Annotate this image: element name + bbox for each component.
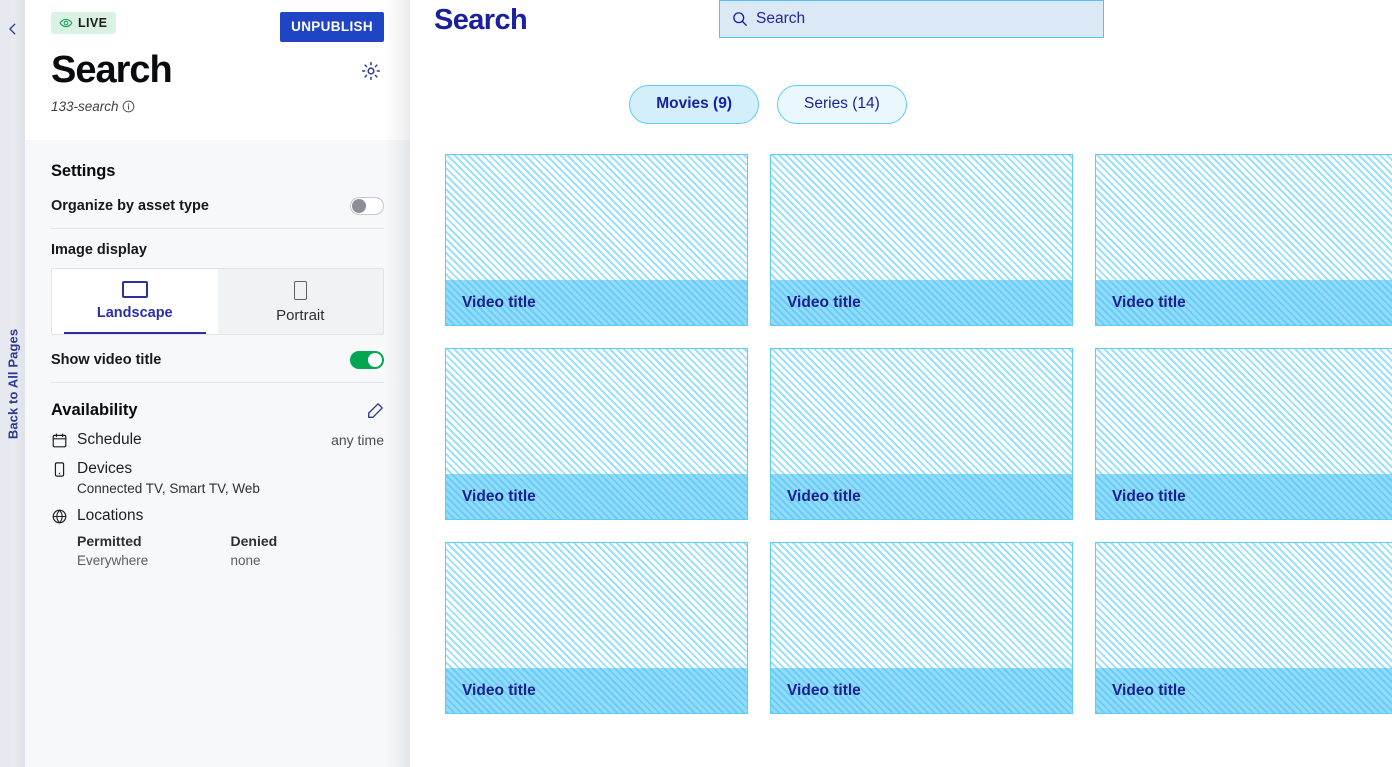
locations-denied-header: Denied [230,533,278,549]
availability-section-title: Availability [51,401,138,419]
search-icon [732,11,748,27]
portrait-rectangle-icon [293,281,307,300]
organize-by-asset-type-toggle[interactable] [350,197,384,215]
locations-denied-value: none [230,553,261,568]
video-card-footer: Video title [771,280,1072,325]
video-card-footer: Video title [771,668,1072,713]
show-video-title-label: Show video title [51,352,162,368]
video-card-footer: Video title [771,474,1072,519]
status-badge-label: LIVE [78,16,108,30]
locations-permitted-column: Permitted Everywhere [77,533,231,568]
availability-devices-left: Devices [51,460,132,478]
availability-locations-left: Locations [51,507,143,525]
video-card-title: Video title [787,487,861,505]
video-card-grid: Video title Video title Video title Vide… [434,154,1392,714]
page-title: Search [51,49,173,91]
locations-denied-column: Denied none [231,533,385,568]
app-root: Back to All Pages LIVE UNPUBLISH Search [0,0,1392,767]
video-card-footer: Video title [1096,668,1392,713]
unpublish-button[interactable]: UNPUBLISH [280,12,384,42]
edit-pencil-icon[interactable] [366,402,384,420]
globe-icon [51,508,68,525]
sidebar-body: Settings Organize by asset type Image di… [25,140,410,767]
image-display-segmented-control: Landscape Portrait [51,268,384,335]
filter-chip-movies[interactable]: Movies (9) [629,85,759,124]
page-settings-sidebar: LIVE UNPUBLISH Search 133-search Setting… [25,0,410,767]
content-type-filter-chips: Movies (9) Series (14) [434,85,1392,124]
page-slug-text: 133-search [51,99,119,115]
info-icon[interactable] [122,100,135,113]
video-card[interactable]: Video title [445,348,748,520]
sidebar-header: LIVE UNPUBLISH Search 133-search [25,0,410,140]
page-slug: 133-search [51,99,384,114]
video-card-title: Video title [787,293,861,311]
video-card-title: Video title [462,681,536,699]
video-card-footer: Video title [446,474,747,519]
video-card[interactable]: Video title [1095,154,1392,326]
video-card[interactable]: Video title [770,542,1073,714]
image-display-option-portrait[interactable]: Portrait [218,269,384,334]
gear-icon[interactable] [360,60,382,82]
sidebar-title-row: Search [51,49,384,91]
availability-locations-row: Locations [51,507,384,525]
video-card-footer: Video title [1096,280,1392,325]
toggle-knob [368,353,382,367]
availability-schedule-row: Schedule any time [51,431,384,449]
organize-by-asset-type-row: Organize by asset type [51,197,384,229]
video-card-title: Video title [462,487,536,505]
locations-table: Permitted Everywhere Denied none [51,533,384,568]
settings-section-title: Settings [51,162,116,180]
video-card-footer: Video title [446,280,747,325]
locations-permitted-header: Permitted [77,533,142,549]
left-collapse-rail: Back to All Pages [0,0,25,767]
show-video-title-row: Show video title [51,351,384,383]
chevron-left-icon[interactable] [5,21,21,37]
availability-devices-value: Connected TV, Smart TV, Web [77,481,260,496]
video-card-title: Video title [787,681,861,699]
image-display-option-landscape-label: Landscape [96,305,173,321]
availability-locations-label: Locations [77,507,144,524]
video-card-title: Video title [1112,487,1186,505]
video-card-title: Video title [462,293,536,311]
video-card-title: Video title [1112,681,1186,699]
status-badge: LIVE [51,12,117,34]
eye-icon [59,16,73,30]
device-icon [51,461,68,478]
video-card[interactable]: Video title [770,154,1073,326]
organize-by-asset-type-label: Organize by asset type [51,198,209,214]
video-card-footer: Video title [446,668,747,713]
video-card[interactable]: Video title [445,154,748,326]
preview-title: Search [434,4,528,36]
toggle-knob [352,199,366,213]
show-video-title-toggle[interactable] [350,351,384,369]
availability-header: Availability [51,401,384,420]
preview-header: Search Search [434,0,1392,38]
calendar-icon [51,432,68,449]
video-card-title: Video title [1112,293,1186,311]
landscape-rectangle-icon [121,281,148,298]
availability-schedule-value: any time [331,432,384,448]
image-display-option-portrait-label: Portrait [276,307,325,324]
video-card[interactable]: Video title [445,542,748,714]
video-card[interactable]: Video title [1095,348,1392,520]
search-input[interactable]: Search [719,0,1104,38]
video-card[interactable]: Video title [1095,542,1392,714]
locations-permitted-value: Everywhere [77,553,149,568]
video-card-footer: Video title [1096,474,1392,519]
availability-devices-row: Devices [51,460,384,478]
video-card[interactable]: Video title [770,348,1073,520]
availability-schedule-label: Schedule [77,431,142,448]
availability-schedule-left: Schedule [51,431,142,449]
search-input-placeholder: Search [756,10,806,27]
back-to-all-pages-link[interactable]: Back to All Pages [5,328,20,438]
page-preview-area: Search Search Movies (9) Series (14) Vid… [410,0,1392,767]
filter-chip-series[interactable]: Series (14) [777,85,907,124]
image-display-option-landscape[interactable]: Landscape [52,269,218,334]
sidebar-header-top-row: LIVE UNPUBLISH [51,12,384,42]
image-display-label: Image display [51,242,147,258]
availability-devices-label: Devices [77,460,133,477]
